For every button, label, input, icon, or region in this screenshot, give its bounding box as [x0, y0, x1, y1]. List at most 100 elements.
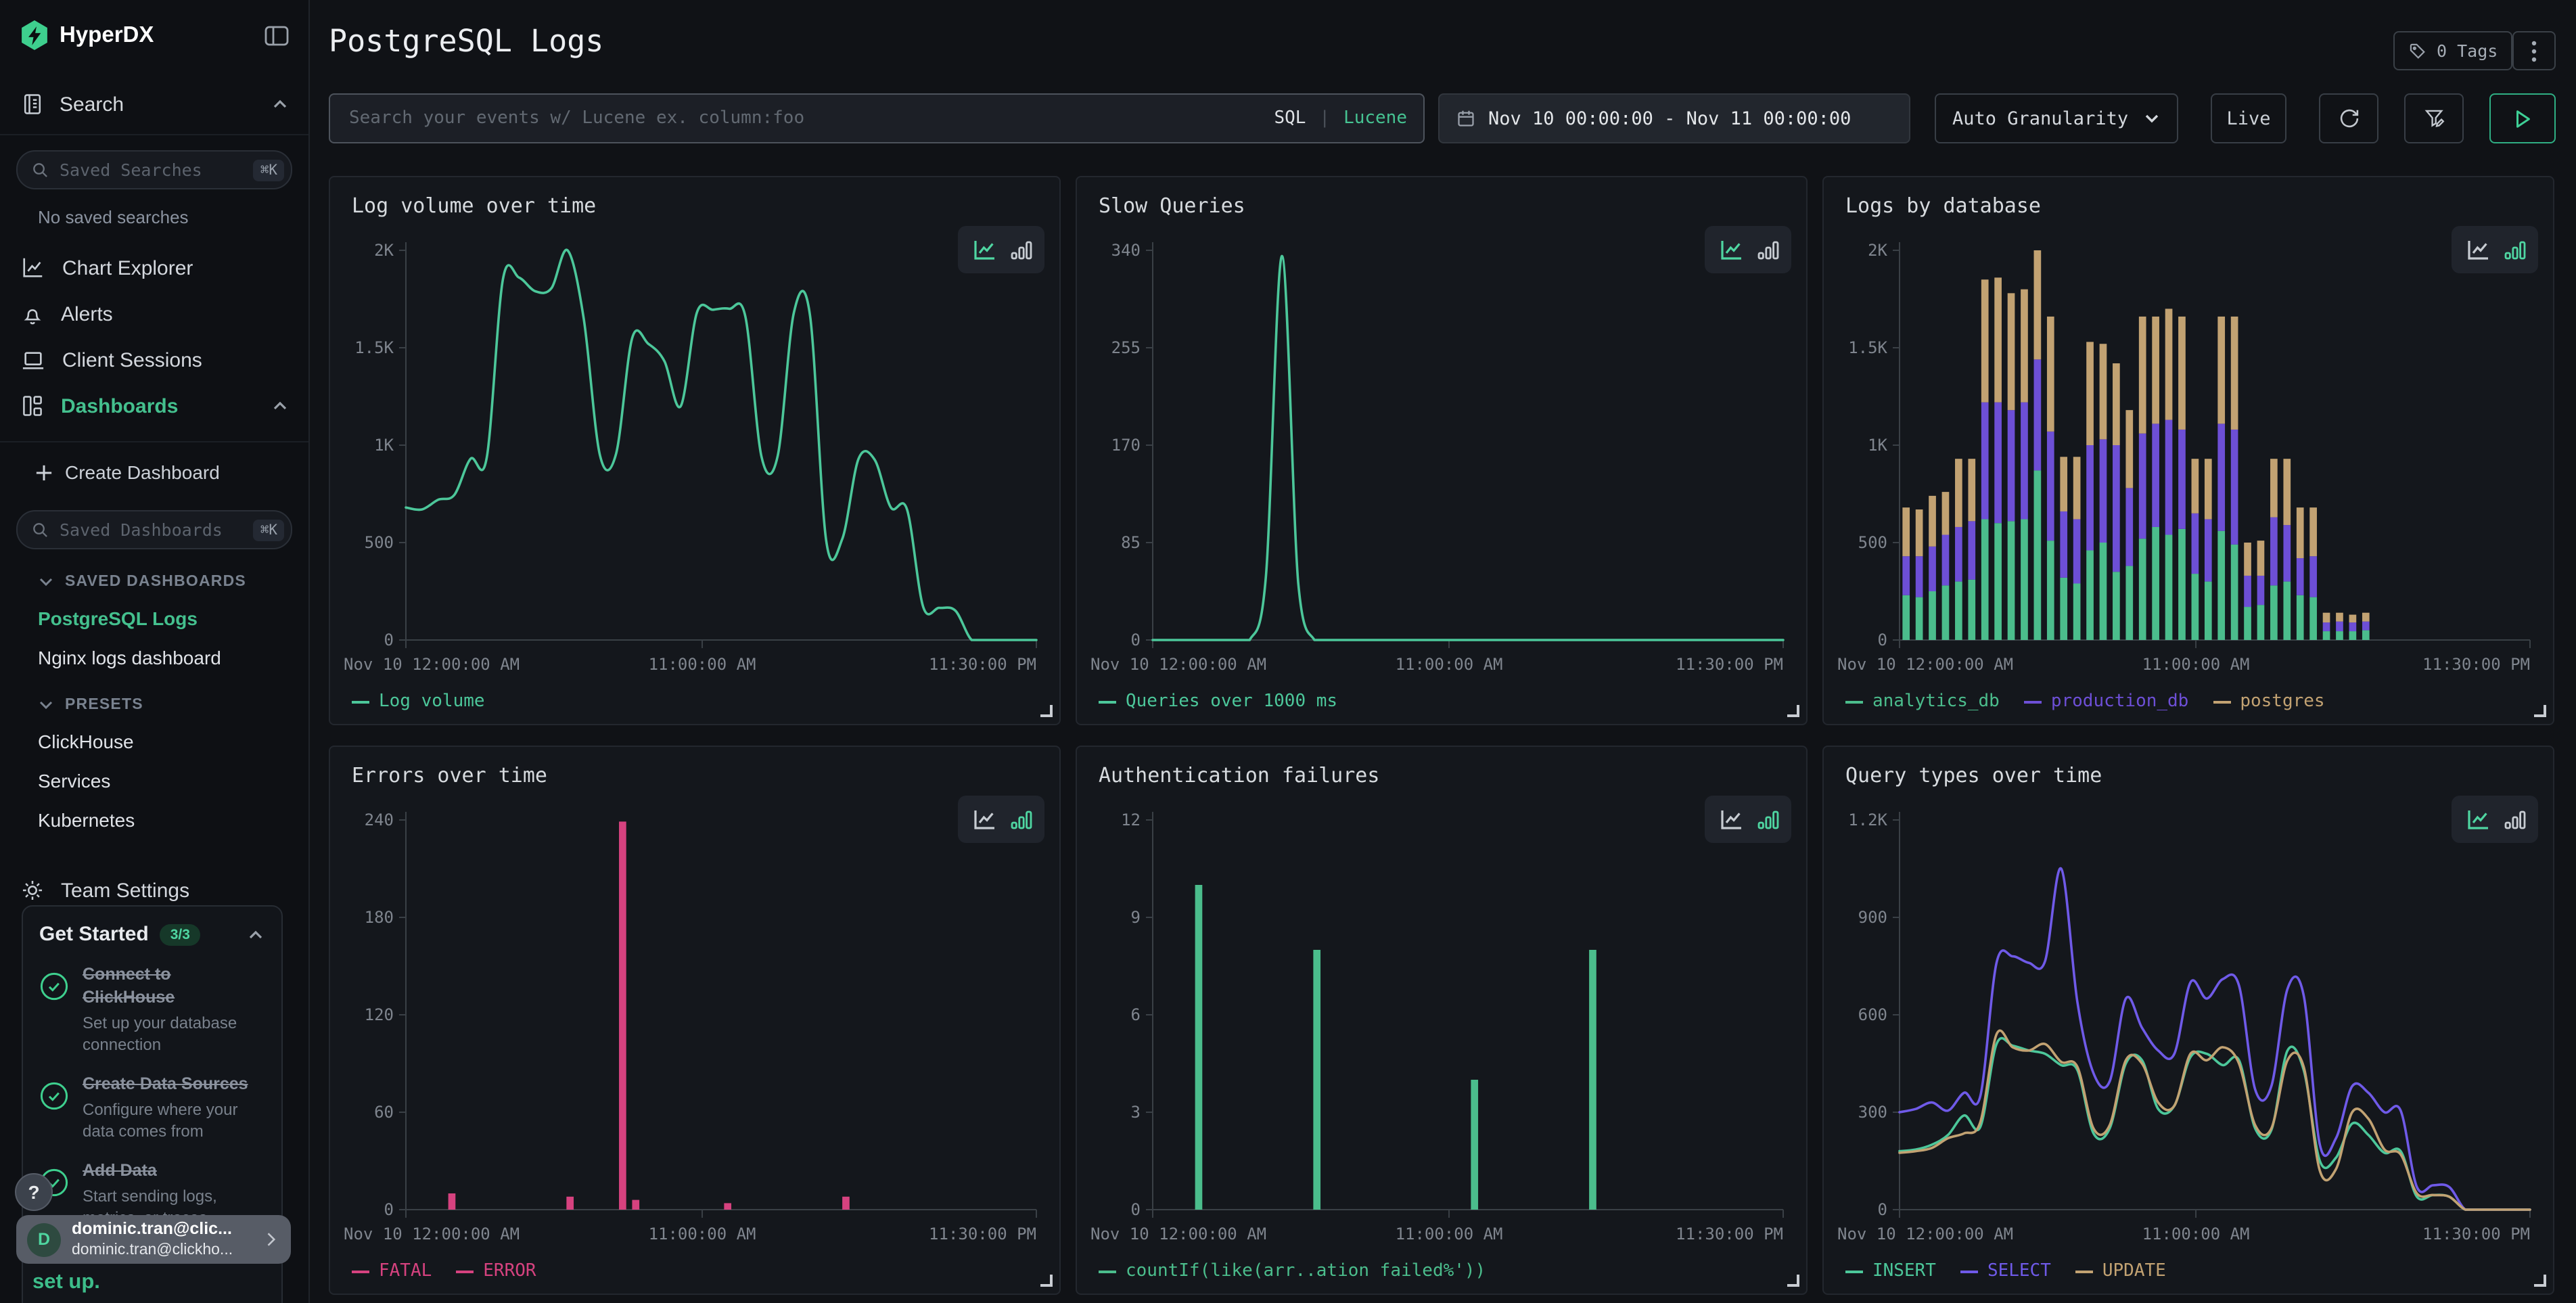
chevron-up-icon[interactable]	[246, 926, 265, 942]
sidebar-item-dashboards[interactable]: Dashboards	[0, 383, 308, 429]
sidebar-link-clickhouse[interactable]: ClickHouse	[0, 731, 308, 752]
saved-searches-input[interactable]: ⌘K	[16, 150, 292, 189]
sidebar-section-search[interactable]: Search	[0, 87, 308, 122]
legend-item-production-db[interactable]: production_db	[2024, 691, 2189, 712]
lucene-mode-toggle[interactable]: Lucene	[1343, 108, 1407, 129]
y-tick-label: 0	[384, 1200, 394, 1219]
saved-dashboards-header[interactable]: SAVED DASHBOARDS	[0, 574, 308, 590]
panel-menu-button[interactable]	[2512, 31, 2556, 70]
legend-item-error[interactable]: ERROR	[456, 1261, 536, 1281]
event-search-bar[interactable]: SQL | Lucene	[329, 93, 1425, 143]
bar-production-db	[2073, 519, 2081, 583]
legend-swatch	[1845, 1270, 1863, 1273]
sidebar-item-client-sessions[interactable]: Client Sessions	[0, 337, 308, 383]
bar-production-db	[2060, 511, 2067, 578]
play-icon	[2512, 108, 2533, 129]
user-menu[interactable]: D dominic.tran@clic... dominic.tran@clic…	[16, 1215, 291, 1264]
event-search-input[interactable]	[346, 107, 1260, 130]
bar-production-db	[2257, 576, 2265, 605]
get-started-item-sources[interactable]: Create Data Sources Configure where your…	[39, 1073, 265, 1143]
chart-canvas[interactable]: 085170255340Nov 10 12:00:00 AM11:00:00 A…	[1088, 231, 1799, 683]
sidebar-item-label: Client Sessions	[62, 348, 290, 371]
help-button[interactable]: ?	[15, 1173, 53, 1211]
resize-handle[interactable]	[2534, 1275, 2546, 1287]
task-subtitle: Set up your database connection	[83, 1012, 265, 1056]
sidebar-link-postgresql-logs[interactable]: PostgreSQL Logs	[0, 608, 308, 629]
bar-production-db	[2244, 576, 2251, 607]
chart-canvas[interactable]: 05001K1.5K2KNov 10 12:00:00 AM11:00:00 A…	[1835, 231, 2546, 683]
gear-icon	[20, 878, 45, 902]
legend-item-queries-over-1000-ms[interactable]: Queries over 1000 ms	[1099, 691, 1337, 712]
refresh-button[interactable]	[2319, 93, 2378, 143]
sidebar-item-alerts[interactable]: Alerts	[0, 291, 308, 337]
bar-analytics-db	[1929, 591, 1936, 640]
plus-icon	[35, 463, 53, 481]
bar-postgres	[2178, 317, 2186, 430]
bar-postgres	[2047, 317, 2054, 432]
filter-edit-icon	[2422, 107, 2445, 130]
sql-mode-toggle[interactable]: SQL	[1274, 108, 1306, 129]
legend-item-select[interactable]: SELECT	[1960, 1261, 2051, 1281]
bar-analytics-db	[2309, 597, 2317, 640]
bar-postgres	[1981, 279, 1989, 402]
x-tick-label: 11:00:00 AM	[1396, 655, 1503, 674]
legend-swatch	[1845, 700, 1863, 703]
bar-analytics-db	[1902, 595, 1910, 640]
sidebar-link-kubernetes[interactable]: Kubernetes	[0, 809, 308, 831]
granularity-select[interactable]: Auto Granularity	[1935, 93, 2178, 143]
saved-searches-field[interactable]	[57, 158, 246, 181]
chevron-down-icon	[38, 575, 54, 589]
legend-item-postgres[interactable]: postgres	[2213, 691, 2324, 712]
resize-handle[interactable]	[1787, 1275, 1799, 1287]
chart-canvas[interactable]: 036912Nov 10 12:00:00 AM11:00:00 AM11:30…	[1088, 801, 1799, 1253]
legend-item-countif-like-arr-ation-failed[interactable]: countIf(like(arr..ation failed%'))	[1099, 1261, 1486, 1281]
get-started-item-connect[interactable]: Connect to ClickHouse Set up your databa…	[39, 963, 265, 1055]
date-range-picker[interactable]: Nov 10 00:00:00 - Nov 11 00:00:00	[1438, 93, 1910, 143]
dashboard-grid-icon	[20, 394, 45, 418]
bar-production-db	[2192, 513, 2199, 574]
legend-item-insert[interactable]: INSERT	[1845, 1261, 1936, 1281]
sidebar-item-chart-explorer[interactable]: Chart Explorer	[0, 245, 308, 291]
chart-legend: INSERT SELECT UPDATE	[1845, 1261, 2166, 1281]
bar-analytics-db	[2034, 470, 2042, 640]
chart-canvas[interactable]: 05001K1.5K2KNov 10 12:00:00 AM11:00:00 A…	[341, 231, 1053, 683]
sidebar-item-label: Chart Explorer	[62, 256, 290, 279]
bar-postgres	[2073, 457, 2081, 519]
sidebar-link-services[interactable]: Services	[0, 770, 308, 792]
bar-production-db	[1981, 403, 1989, 520]
chart-canvas[interactable]: 03006009001.2KNov 10 12:00:00 AM11:00:00…	[1835, 801, 2546, 1253]
saved-dashboards-field[interactable]	[57, 518, 246, 541]
granularity-value: Auto Granularity	[1952, 108, 2128, 129]
legend-item-log-volume[interactable]: Log volume	[352, 691, 485, 712]
sidebar-item-label: Alerts	[61, 302, 290, 325]
presets-header[interactable]: PRESETS	[0, 697, 308, 713]
sidebar-collapse-icon[interactable]	[264, 24, 290, 47]
resize-handle[interactable]	[2534, 705, 2546, 717]
legend-item-fatal[interactable]: FATAL	[352, 1261, 432, 1281]
live-button[interactable]: Live	[2211, 93, 2286, 143]
saved-dashboards-input[interactable]: ⌘K	[16, 510, 292, 549]
tags-button[interactable]: 0 Tags	[2393, 31, 2512, 70]
bar-production-db	[1942, 534, 1950, 585]
chart-canvas[interactable]: 060120180240Nov 10 12:00:00 AM11:00:00 A…	[341, 801, 1053, 1253]
run-query-button[interactable]	[2489, 93, 2556, 143]
legend-swatch	[2024, 700, 2042, 703]
get-started-title: Get Started	[39, 923, 149, 946]
resize-handle[interactable]	[1040, 705, 1053, 717]
filter-button[interactable]	[2404, 93, 2464, 143]
sidebar-link-nginx-logs-dashboard[interactable]: Nginx logs dashboard	[0, 647, 308, 668]
sidebar: HyperDX Search ⌘K No saved searches Char…	[0, 0, 310, 1303]
resize-handle[interactable]	[1040, 1275, 1053, 1287]
sidebar-item-label: Dashboards	[61, 394, 254, 417]
y-tick-label: 3	[1131, 1103, 1141, 1122]
y-tick-label: 0	[1131, 631, 1141, 649]
legend-item-analytics-db[interactable]: analytics_db	[1845, 691, 2000, 712]
create-dashboard-button[interactable]: Create Dashboard	[0, 449, 308, 495]
bar-analytics-db	[2113, 572, 2120, 640]
bar-error	[724, 1203, 731, 1210]
legend-item-update[interactable]: UPDATE	[2075, 1261, 2166, 1281]
x-tick-label: 11:30:00 PM	[1676, 655, 1783, 674]
y-tick-label: 900	[1858, 908, 1887, 927]
calendar-icon	[1456, 108, 1476, 129]
resize-handle[interactable]	[1787, 705, 1799, 717]
